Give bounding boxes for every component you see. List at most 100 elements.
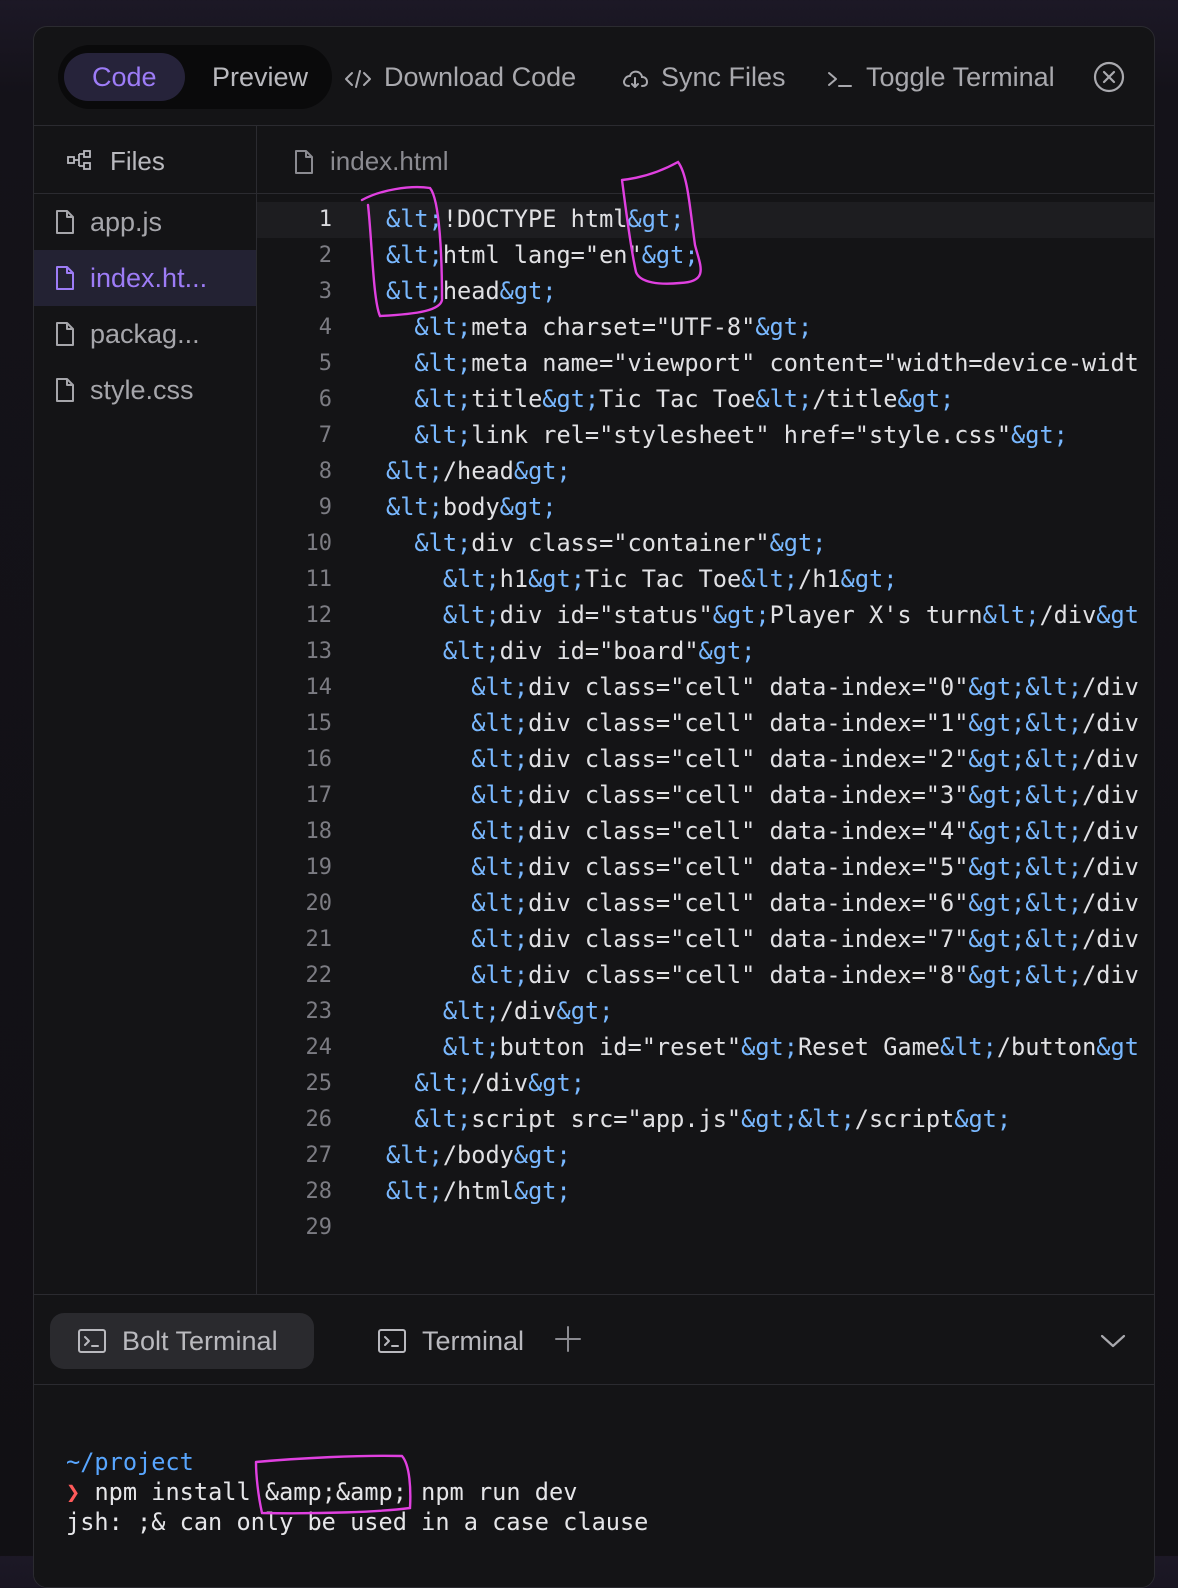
code-text: &lt;div class="container"&gt; <box>414 529 827 557</box>
file-item-index-html[interactable]: index.ht... <box>34 250 256 306</box>
code-text: &lt;/body&gt; <box>386 1141 571 1169</box>
code-text: &lt;/div&gt; <box>442 997 614 1025</box>
line-number: 26 <box>305 1107 333 1132</box>
plus-icon[interactable] <box>554 1325 582 1353</box>
terminal-icon <box>78 1329 106 1353</box>
code-text: &lt;h1&gt;Tic Tac Toe&lt;/h1&gt; <box>442 565 898 593</box>
line-number: 5 <box>318 351 332 376</box>
toggle-terminal-label: Toggle Terminal <box>866 62 1055 92</box>
code-text: &lt;meta charset="UTF-8"&gt; <box>414 313 813 341</box>
line-number: 3 <box>318 279 332 304</box>
code-tab-button[interactable]: Code <box>64 53 185 101</box>
terminal-panel: Bolt Terminal Terminal ~/project ❯ npm i… <box>34 1294 1154 1587</box>
terminal-label: Terminal <box>422 1326 525 1356</box>
workbench-window: Code Preview Download Code Sync Files To… <box>33 26 1155 1588</box>
code-line: 1 &lt;!DOCTYPE html&gt; <box>257 202 1154 238</box>
toggle-terminal-button[interactable]: Toggle Terminal <box>826 58 1055 96</box>
bolt-terminal-tab[interactable]: Bolt Terminal <box>50 1313 314 1369</box>
terminal-path: ~/project <box>66 1448 194 1476</box>
line-number: 2 <box>318 243 332 268</box>
code-line: 19 &lt;div class="cell" data-index="5"&g… <box>257 850 1154 886</box>
line-number: 24 <box>305 1035 333 1060</box>
code-line: 25 &lt;/div&gt; <box>257 1066 1154 1102</box>
code-text: &lt;/div&gt; <box>414 1069 585 1097</box>
prompt-symbol: ❯ <box>66 1478 81 1506</box>
code-text: &lt;div class="cell" data-index="2"&gt;&… <box>471 745 1139 773</box>
code-line: 2 &lt;html lang="en"&gt; <box>257 238 1154 274</box>
code-text: &lt;head&gt; <box>386 277 557 305</box>
sync-files-label: Sync Files <box>661 62 786 92</box>
code-line: 29 <box>257 1210 1154 1246</box>
code-text: &lt;link rel="stylesheet" href="style.cs… <box>414 421 1068 449</box>
line-number: 17 <box>305 783 333 808</box>
download-code-label: Download Code <box>384 62 577 92</box>
files-header-label: Files <box>110 146 165 176</box>
terminal-prompt-icon <box>828 71 852 87</box>
view-switcher: Code Preview <box>58 45 332 109</box>
line-number: 23 <box>305 999 333 1024</box>
file-item-package-json[interactable]: packag... <box>34 306 256 362</box>
chevron-down-icon[interactable] <box>1100 1333 1126 1349</box>
close-icon[interactable] <box>1093 61 1125 93</box>
toolbar: Code Preview Download Code Sync Files To… <box>34 27 1154 126</box>
code-line: 13 &lt;div id="board"&gt; <box>257 634 1154 670</box>
line-number: 22 <box>305 963 333 988</box>
editor-tab-label: index.html <box>330 146 449 176</box>
code-line: 11 &lt;h1&gt;Tic Tac Toe&lt;/h1&gt; <box>257 562 1154 598</box>
code-text: &lt;body&gt; <box>386 493 557 521</box>
terminal-tab[interactable]: Terminal <box>350 1313 530 1369</box>
file-item-style-css[interactable]: style.css <box>34 362 256 418</box>
code-line: 23 &lt;/div&gt; <box>257 994 1154 1030</box>
code-text: &lt;div class="cell" data-index="4"&gt;&… <box>471 817 1139 845</box>
code-text: &lt;!DOCTYPE html&gt; <box>386 205 685 233</box>
code-line: 8 &lt;/head&gt; <box>257 454 1154 490</box>
line-number: 7 <box>318 423 332 448</box>
code-editor: index.html 1 &lt;!DOCTYPE html&gt; 2 &lt;ht… <box>257 126 1154 1294</box>
line-number: 20 <box>305 891 333 916</box>
line-number: 1 <box>318 207 332 232</box>
file-name: index.ht... <box>90 263 208 293</box>
line-number: 28 <box>305 1179 333 1204</box>
tree-structure-icon <box>67 150 91 170</box>
terminal-output: jsh: ;& can only be used in a case claus… <box>66 1508 649 1536</box>
line-number: 14 <box>305 675 333 700</box>
code-text: &lt;div id="status"&gt;Player X's turn&l… <box>442 601 1139 629</box>
code-line: 24 &lt;button id="reset"&gt;Reset Game&l… <box>257 1030 1154 1066</box>
code-line: 10 &lt;div class="container"&gt; <box>257 526 1154 562</box>
line-number: 12 <box>305 603 333 628</box>
line-number: 10 <box>305 531 333 556</box>
download-code-button[interactable]: Download Code <box>344 58 576 96</box>
file-icon <box>295 150 313 174</box>
line-number: 18 <box>305 819 333 844</box>
file-icon <box>56 378 74 402</box>
file-item-app-js[interactable]: app.js <box>34 194 256 250</box>
code-line: 28 &lt;/html&gt; <box>257 1174 1154 1210</box>
file-name: style.css <box>90 375 194 405</box>
line-number: 13 <box>305 639 333 664</box>
line-number: 27 <box>305 1143 333 1168</box>
code-text: &lt;div class="cell" data-index="6"&gt;&… <box>471 889 1139 917</box>
code-line: 12 &lt;div id="status"&gt;Player X's tur… <box>257 598 1154 634</box>
sync-files-button[interactable]: Sync Files <box>621 58 786 96</box>
terminal-icon <box>378 1329 406 1353</box>
bolt-terminal-label: Bolt Terminal <box>122 1326 278 1356</box>
code-icon <box>345 69 371 88</box>
code-line: 9 &lt;body&gt; <box>257 490 1154 526</box>
preview-tab-button[interactable]: Preview <box>184 53 336 101</box>
code-text: &lt;div class="cell" data-index="5"&gt;&… <box>471 853 1139 881</box>
code-line: 14 &lt;div class="cell" data-index="0"&g… <box>257 670 1154 706</box>
file-tree-header: Files <box>34 126 256 194</box>
line-number: 25 <box>305 1071 333 1096</box>
code-text: &lt;div class="cell" data-index="7"&gt;&… <box>471 925 1139 953</box>
file-name: packag... <box>90 319 200 349</box>
code-text: &lt;title&gt;Tic Tac Toe&lt;/title&gt; <box>414 385 955 413</box>
file-name: app.js <box>90 207 163 237</box>
code-line: 16 &lt;div class="cell" data-index="2"&g… <box>257 742 1154 778</box>
line-number: 15 <box>305 711 333 736</box>
code-text: &lt;button id="reset"&gt;Reset Game&lt;/… <box>442 1033 1139 1061</box>
terminal-command: npm install &amp;&amp; npm run dev <box>94 1478 578 1506</box>
code-text: &lt;div class="cell" data-index="1"&gt;&… <box>471 709 1139 737</box>
code-text: &lt;div id="board"&gt; <box>442 637 756 665</box>
editor-tab[interactable]: index.html <box>257 126 1154 194</box>
code-line: 27 &lt;/body&gt; <box>257 1138 1154 1174</box>
